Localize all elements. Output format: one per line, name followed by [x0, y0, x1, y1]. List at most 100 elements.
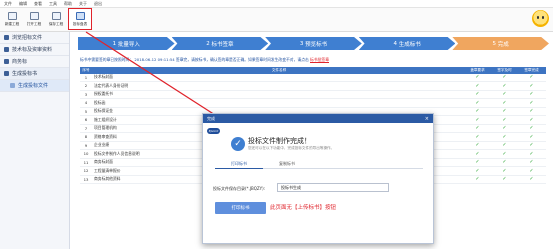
row-file-name: 技术标封面 — [94, 74, 113, 80]
sidebar-item-generate-file[interactable]: 生成投标文件 — [0, 80, 69, 92]
step-number: 1 — [112, 40, 117, 47]
menu-edit[interactable]: 编辑 — [19, 1, 27, 7]
menu-help[interactable]: 帮助 — [64, 1, 72, 7]
header-seal-done: 签章完成 — [524, 67, 539, 72]
row-number: 2 — [84, 83, 88, 89]
bid-disk-icon — [75, 11, 85, 20]
seal-required-check-icon: ✓ — [475, 82, 480, 89]
seal-done-check-icon: ✓ — [529, 133, 534, 140]
row-number: 1 — [84, 74, 88, 80]
row-number: 3 — [84, 91, 88, 97]
seal-done-check-icon: ✓ — [529, 150, 534, 157]
batch-sign-link[interactable]: 标书批签章 — [310, 57, 329, 62]
seal-required-check-icon: ✓ — [475, 150, 480, 157]
sidebar-item-label: 技术标及资审资料 — [12, 47, 53, 53]
print-bid-button[interactable]: 打印标书 — [215, 202, 266, 214]
seal-done-check-icon: ✓ — [529, 99, 534, 106]
menu-view[interactable]: 查看 — [34, 1, 42, 7]
tab-copy[interactable]: 复制标书 — [263, 159, 311, 169]
table-row[interactable]: 2 法定代表人身份证明 ✓ ✓ ✓ — [80, 82, 546, 91]
table-row[interactable]: 1 技术标封面 ✓ ✓ ✓ — [80, 74, 546, 82]
row-number: 6 — [84, 117, 88, 123]
step-generate[interactable]: 4 生成标书 — [358, 37, 456, 50]
bid-disk-button[interactable]: 投标盘表 — [68, 8, 92, 30]
folder-icon — [4, 35, 9, 40]
seal-required-check-icon: ✓ — [475, 133, 480, 140]
open-project-button[interactable]: 打开工程 — [24, 8, 44, 30]
save-project-icon — [51, 11, 61, 20]
sidebar-item-label: 商务标 — [12, 59, 28, 65]
row-file-name: 投标函 — [94, 99, 106, 105]
step-label: 生成标书 — [398, 41, 421, 48]
seal-required-check-icon: ✓ — [475, 125, 480, 132]
step-label: 标书签章 — [211, 41, 234, 48]
signed-check-icon: ✓ — [502, 116, 507, 123]
step-complete[interactable]: 5 完成 — [452, 37, 549, 50]
row-file-name: 授权委托书 — [94, 91, 113, 97]
seal-done-check-icon: ✓ — [529, 82, 534, 89]
save-dir-label: 投标文件保存目录(*.JBQZY): — [213, 186, 265, 191]
dialog-titlebar: 完成 × — [203, 114, 433, 123]
seal-done-check-icon: ✓ — [529, 176, 534, 183]
seal-done-check-icon: ✓ — [529, 91, 534, 98]
menu-exit[interactable]: 退出 — [94, 1, 102, 7]
menu-bar: 文件 编辑 查看 工具 帮助 关于 退出 — [0, 0, 553, 8]
toolbar: 新建工程 打开工程 保存工程 投标盘表 — [0, 8, 553, 32]
row-number: 10 — [83, 151, 89, 157]
row-number: 7 — [84, 125, 88, 131]
dialog-tabs: 打印标书 复制标书 — [215, 159, 423, 169]
signature-notice: 标书中需要签的章已按照时间： 2018-06-12 09:11:54 签章完，请… — [80, 57, 546, 63]
signed-check-icon: ✓ — [502, 133, 507, 140]
seal-required-check-icon: ✓ — [475, 176, 480, 183]
notice-text: 标书中需要签的章已按照时间： 2018-06-12 09:11:54 签章完，请… — [80, 57, 309, 62]
seal-done-check-icon: ✓ — [529, 108, 534, 115]
signed-check-icon: ✓ — [502, 91, 507, 98]
menu-tools[interactable]: 工具 — [49, 1, 57, 7]
seal-done-check-icon: ✓ — [529, 142, 534, 149]
signed-check-icon: ✓ — [502, 142, 507, 149]
tab-print[interactable]: 打印标书 — [215, 159, 263, 169]
sidebar-item-technical[interactable]: 技术标及资审资料 — [0, 44, 69, 56]
check-circle-icon: ✓ — [231, 137, 245, 151]
signed-check-icon: ✓ — [502, 82, 507, 89]
sidebar: 浏览招标文件 技术标及资审资料 商务标 生成投标书 生成投标文件 — [0, 32, 70, 249]
menu-about[interactable]: 关于 — [79, 1, 87, 7]
save-dir-input[interactable]: 投标书生成 — [277, 183, 389, 192]
seal-done-check-icon: ✓ — [529, 159, 534, 166]
new-project-button[interactable]: 新建工程 — [2, 8, 22, 30]
completion-dialog: 完成 × Epoint ✓ 投标文件制作完成！ 您还可以在以下功能中，完成投标文… — [202, 113, 434, 244]
seal-done-check-icon: ✓ — [529, 116, 534, 123]
table-row[interactable]: 3 授权委托书 ✓ ✓ ✓ — [80, 91, 546, 99]
row-number: 8 — [84, 134, 88, 140]
step-preview[interactable]: 3 预览标书 — [265, 37, 362, 50]
step-sign[interactable]: 2 标书签章 — [171, 37, 269, 50]
table-row[interactable]: 4 投标函 ✓ ✓ ✓ — [80, 99, 546, 108]
open-project-icon — [29, 11, 39, 20]
header-no: 序号 — [82, 67, 90, 72]
sidebar-item-generate-bid[interactable]: 生成投标书 — [0, 68, 69, 80]
new-project-label: 新建工程 — [4, 21, 20, 26]
dialog-subtitle: 您还可以在以下功能中，完成投标文件的导出等操作。 — [248, 146, 335, 150]
header-seal-required: 盖章要求 — [470, 67, 485, 72]
sidebar-item-browse-tender[interactable]: 浏览招标文件 — [0, 32, 69, 44]
signed-check-icon: ✓ — [502, 150, 507, 157]
folder-icon — [4, 59, 9, 64]
sidebar-item-commercial[interactable]: 商务标 — [0, 56, 69, 68]
signed-check-icon: ✓ — [502, 125, 507, 132]
file-icon — [10, 83, 15, 88]
menu-file[interactable]: 文件 — [4, 1, 12, 7]
step-label: 完成 — [497, 41, 509, 48]
row-number: 12 — [83, 168, 89, 174]
step-import[interactable]: 1 批量导入 — [78, 37, 175, 50]
mascot-icon — [532, 10, 549, 27]
row-number: 4 — [84, 100, 88, 106]
signed-check-icon: ✓ — [502, 99, 507, 106]
bid-disk-label: 投标盘表 — [72, 21, 88, 26]
step-label: 预览标书 — [305, 41, 328, 48]
header-signed: 签字及时 — [497, 67, 512, 72]
close-icon[interactable]: × — [425, 116, 429, 122]
seal-required-check-icon: ✓ — [475, 159, 480, 166]
seal-required-check-icon: ✓ — [475, 116, 480, 123]
seal-required-check-icon: ✓ — [475, 108, 480, 115]
save-project-button[interactable]: 保存工程 — [46, 8, 66, 30]
